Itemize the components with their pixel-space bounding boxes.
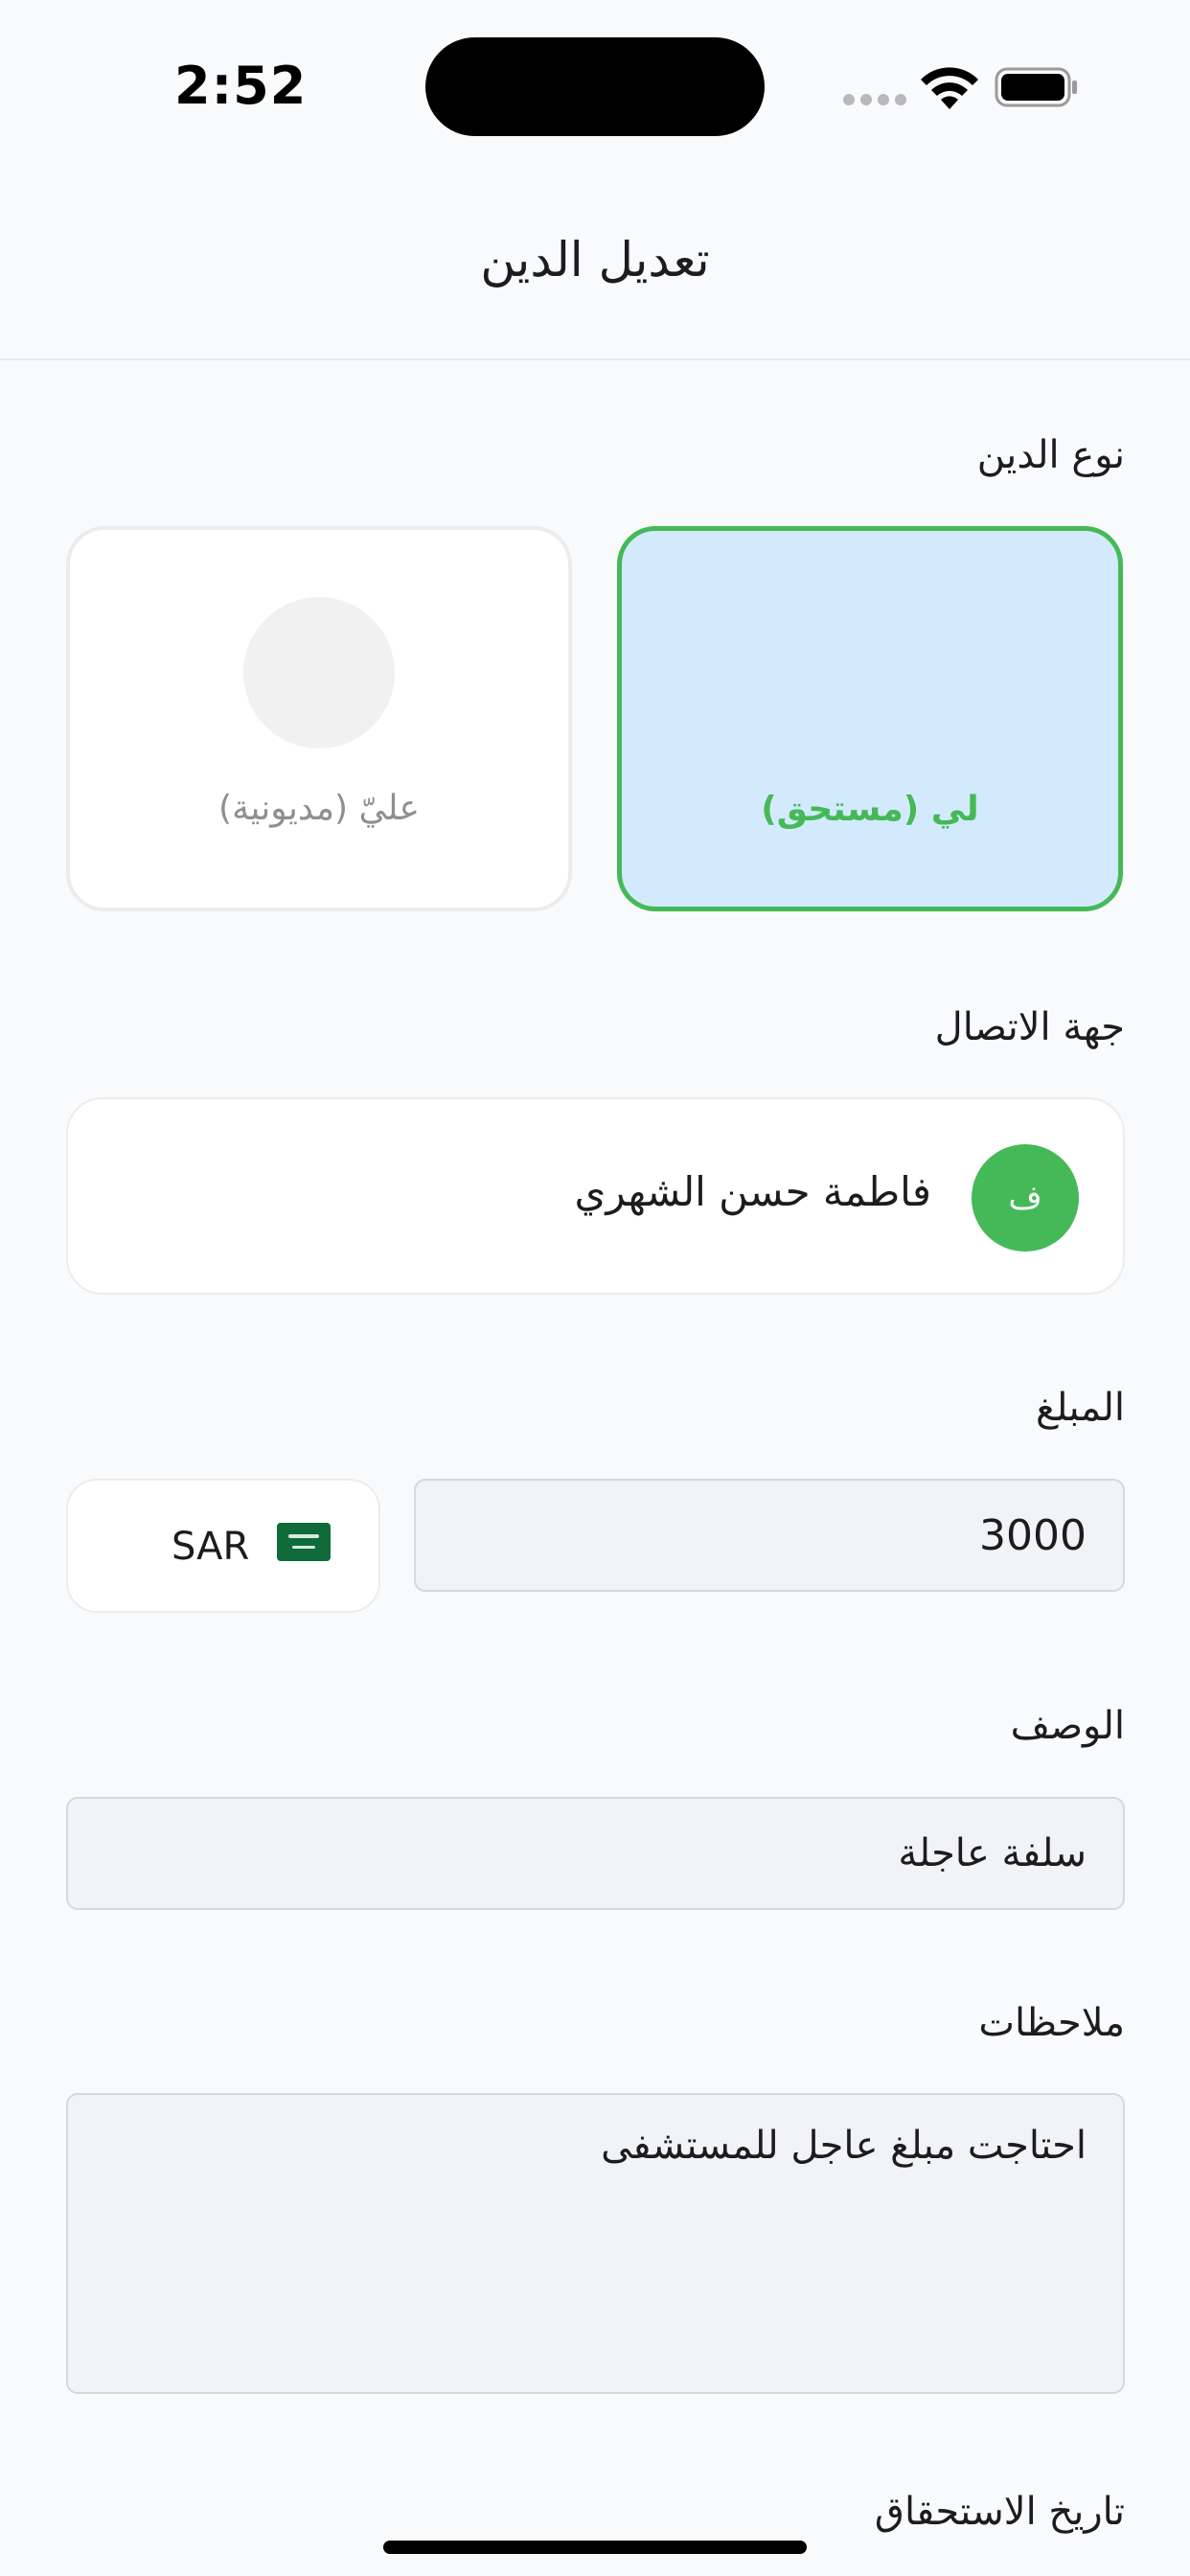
battery-icon <box>995 67 1077 107</box>
currency-code: SAR <box>172 1525 250 1569</box>
notes-textarea[interactable]: احتاجت مبلغ عاجل للمستشفى <box>66 2093 1125 2394</box>
cellular-signal-icon <box>843 94 906 105</box>
contact-label: جهة الاتصال <box>934 1005 1125 1049</box>
status-bar: 2:52 <box>0 0 1190 172</box>
description-label: الوصف <box>1010 1704 1125 1748</box>
saudi-flag-icon <box>277 1523 331 1561</box>
wifi-icon <box>921 67 978 109</box>
debt-type-i-owe-label: عليّ (مديونية) <box>218 789 420 828</box>
debt-type-i-owe-card[interactable]: عليّ (مديونية) <box>66 526 572 911</box>
avatar: ف <box>972 1144 1079 1252</box>
status-time: 2:52 <box>174 56 308 116</box>
amount-input[interactable] <box>414 1479 1125 1592</box>
dynamic-island <box>425 37 765 136</box>
amount-label: المبلغ <box>1035 1386 1125 1430</box>
edit-debt-screen: 2:52 تعديل الدين نوع الدين لي (مستحق) عل… <box>0 0 1190 2576</box>
contact-name: فاطمة حسن الشهري <box>574 1168 931 1215</box>
debt-type-label: نوع الدين <box>976 433 1125 477</box>
currency-selector[interactable]: SAR <box>66 1479 380 1613</box>
debt-type-owed-to-me-card[interactable]: لي (مستحق) <box>617 526 1123 911</box>
debt-type-owed-to-me-label: لي (مستحق) <box>761 790 979 829</box>
notes-label: ملاحظات <box>978 2001 1125 2045</box>
description-input[interactable] <box>66 1797 1125 1910</box>
home-indicator <box>383 2541 807 2554</box>
due-date-label: تاريخ الاستحقاق <box>874 2490 1125 2534</box>
nav-header: تعديل الدين <box>0 172 1190 360</box>
page-title: تعديل الدين <box>480 232 710 288</box>
contact-selector[interactable]: ف فاطمة حسن الشهري <box>66 1097 1125 1295</box>
debt-type-icon-placeholder <box>243 597 395 748</box>
